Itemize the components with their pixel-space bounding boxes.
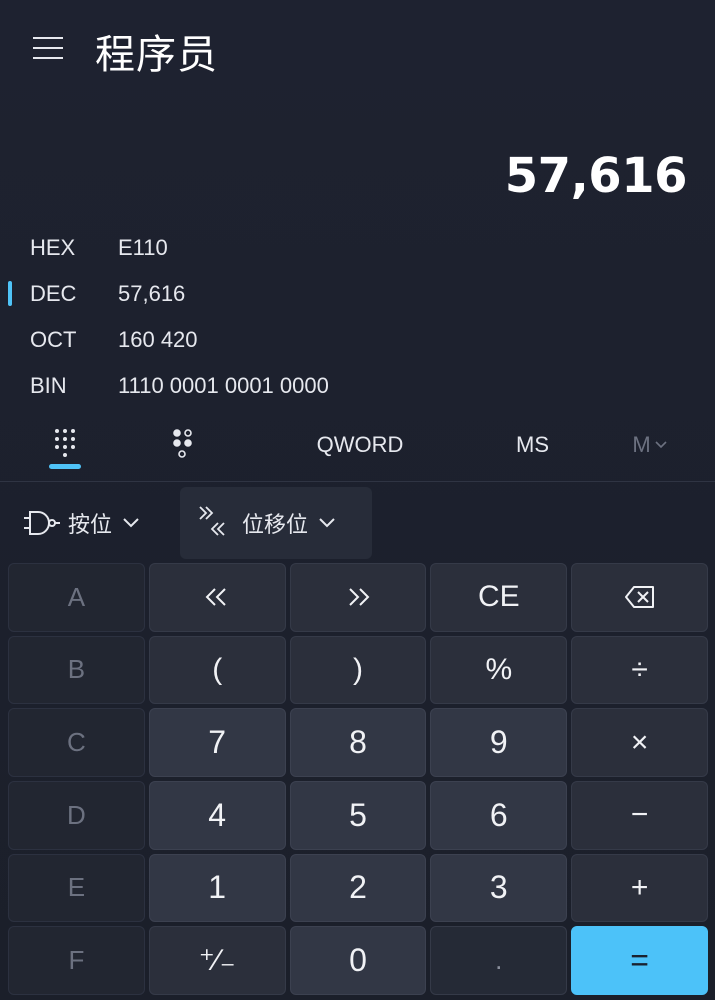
chevron-down-icon <box>655 441 667 449</box>
calculator-window: 程序员 57,616 HEX E110 DEC 57,616 OCT 160 4… <box>0 0 715 1000</box>
bit-toggle-keypad-icon[interactable] <box>160 415 206 475</box>
page-title: 程序员 <box>95 32 218 78</box>
digit-3-button[interactable]: 3 <box>430 853 568 923</box>
radix-row-hex[interactable]: HEX E110 <box>0 225 715 271</box>
bitwise-dropdown[interactable]: 按位 <box>18 487 168 559</box>
key-f[interactable]: F <box>8 926 145 995</box>
key-a[interactable]: A <box>8 563 145 632</box>
decimal-button[interactable]: . <box>430 926 568 995</box>
digit-0-button[interactable]: 0 <box>289 926 427 995</box>
backspace-button[interactable] <box>571 563 708 632</box>
bitshift-dropdown[interactable]: 位移位 <box>180 487 372 559</box>
bitwise-label: 按位 <box>68 513 113 538</box>
left-paren-button[interactable]: ( <box>148 635 286 705</box>
bitshift-icon <box>199 506 225 536</box>
menu-icon[interactable] <box>28 30 68 66</box>
mode-selected-underline <box>49 464 81 469</box>
digit-4-button[interactable]: 4 <box>148 780 286 850</box>
left-shift-icon <box>205 588 226 607</box>
memory-menu-button[interactable]: M <box>620 415 680 475</box>
digit-9-button[interactable]: 9 <box>430 708 568 777</box>
radix-value: 57,616 <box>118 281 186 306</box>
radix-value: E110 <box>118 235 168 260</box>
chevron-down-icon <box>123 518 139 528</box>
percent-button[interactable]: % <box>430 635 568 705</box>
multiply-button[interactable]: × <box>571 708 708 777</box>
selected-indicator <box>8 281 12 306</box>
digit-7-button[interactable]: 7 <box>148 708 286 777</box>
radix-label: HEX <box>30 235 76 260</box>
radix-row-oct[interactable]: OCT 160 420 <box>0 317 715 363</box>
digit-5-button[interactable]: 5 <box>289 780 427 850</box>
keypad: A CE B ( ) % ÷ C 7 8 9 × D 4 5 6 − E 1 2… <box>8 563 708 995</box>
divider <box>0 481 715 482</box>
right-shift-icon <box>349 588 370 607</box>
result-display: 57,616 <box>504 148 688 204</box>
key-d[interactable]: D <box>8 780 145 850</box>
radix-label: OCT <box>30 327 77 352</box>
minus-button[interactable]: − <box>571 780 708 850</box>
backspace-icon <box>624 586 654 609</box>
radix-row-dec[interactable]: DEC 57,616 <box>0 271 715 317</box>
negate-button[interactable]: ⁺∕₋ <box>148 926 286 995</box>
header: 程序员 <box>0 0 715 100</box>
clear-entry-button[interactable]: CE <box>430 563 568 632</box>
left-shift-button[interactable] <box>148 563 286 632</box>
key-e[interactable]: E <box>8 853 145 923</box>
digit-6-button[interactable]: 6 <box>430 780 568 850</box>
radix-row-bin[interactable]: BIN 1110 0001 0001 0000 <box>0 363 715 409</box>
bit-operations-toolbar: 按位 位移位 <box>0 487 715 559</box>
equals-button[interactable]: = <box>571 926 708 995</box>
digit-8-button[interactable]: 8 <box>289 708 427 777</box>
radix-label: BIN <box>30 373 67 398</box>
radix-value: 160 420 <box>118 327 198 352</box>
memory-menu-label: M <box>632 432 651 457</box>
radix-value: 1110 0001 0001 0000 <box>118 373 329 398</box>
key-b[interactable]: B <box>8 635 145 705</box>
bitshift-label: 位移位 <box>242 513 309 538</box>
digit-2-button[interactable]: 2 <box>289 853 427 923</box>
chevron-down-icon <box>319 518 335 528</box>
right-paren-button[interactable]: ) <box>289 635 427 705</box>
key-c[interactable]: C <box>8 708 145 777</box>
divide-button[interactable]: ÷ <box>571 635 708 705</box>
memory-store-button[interactable]: MS <box>495 415 570 475</box>
radix-label: DEC <box>30 281 77 306</box>
plus-button[interactable]: + <box>571 853 708 923</box>
word-size-button[interactable]: QWORD <box>300 415 420 475</box>
mode-bar: QWORD MS M <box>0 415 715 481</box>
right-shift-button[interactable] <box>289 563 427 632</box>
radix-list: HEX E110 DEC 57,616 OCT 160 420 BIN 1110… <box>0 225 715 409</box>
digit-1-button[interactable]: 1 <box>148 853 286 923</box>
logic-gate-icon <box>24 511 60 535</box>
